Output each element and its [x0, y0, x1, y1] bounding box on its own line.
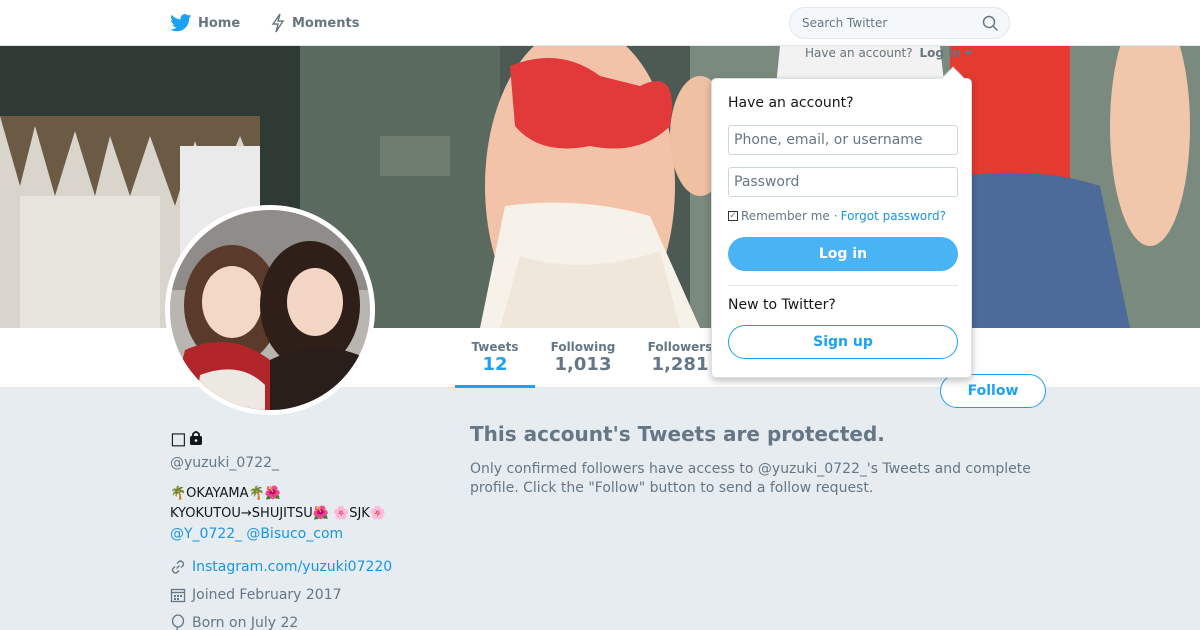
nav-moments[interactable]: Moments [270, 0, 359, 46]
search-placeholder: Search Twitter [802, 16, 888, 30]
follow-button[interactable]: Follow [940, 374, 1046, 408]
bio: 🌴OKAYAMA🌴🌺 KYOKUTOU→SHUJITSU🌺 🌸SJK🌸 @Y_0… [170, 484, 440, 545]
signup-button[interactable]: Sign up [728, 325, 958, 359]
caret-down-icon [963, 51, 973, 56]
bio-mention-1[interactable]: @Y_0722_ [170, 526, 242, 542]
stat-following-label: Following [550, 340, 616, 354]
login-button[interactable]: Log in [728, 237, 958, 271]
remember-separator: · [833, 209, 838, 223]
top-navigation: Home Moments Search Twitter [0, 0, 1200, 46]
display-name-text: ◻ [170, 426, 187, 450]
handle: @yuzuki_0722_ [170, 455, 280, 471]
login-prompt: Have an account? Log in [805, 46, 973, 60]
stat-tweets-label: Tweets [471, 340, 519, 354]
login-prompt-text: Have an account? [805, 46, 913, 60]
login-link-label: Log in [919, 46, 961, 60]
username-placeholder: Phone, email, or username [734, 132, 923, 148]
stat-followers[interactable]: Followers 1,281 [643, 340, 717, 375]
stat-followers-label: Followers [647, 340, 713, 354]
bio-line-1: 🌴OKAYAMA🌴🌺 [170, 486, 281, 501]
lock-icon [189, 431, 202, 445]
display-name: ◻ [170, 425, 440, 451]
stat-tweets[interactable]: Tweets 12 [455, 328, 535, 388]
stat-tweets-value: 12 [482, 354, 508, 375]
avatar[interactable] [165, 205, 375, 415]
joined-text: Joined February 2017 [192, 587, 342, 603]
balloon-icon [171, 614, 185, 630]
login-link[interactable]: Log in [919, 46, 973, 60]
dropdown-divider [728, 285, 958, 286]
born-row: Born on July 22 [170, 609, 440, 630]
protected-notice: This account's Tweets are protected. Onl… [470, 422, 1045, 498]
password-placeholder: Password [734, 174, 800, 190]
nav-home[interactable]: Home [170, 0, 240, 46]
bio-mention-2[interactable]: @Bisuco_com [246, 526, 343, 542]
login-dropdown: Have an account? Phone, email, or userna… [711, 78, 972, 378]
search-input[interactable]: Search Twitter [789, 7, 1010, 39]
website-row: Instagram.com/yuzuki07220 [170, 553, 440, 581]
protected-body: Only confirmed followers have access to … [470, 461, 1031, 496]
profile-sidebar: ◻ @yuzuki_0722_ 🌴OKAYAMA🌴🌺 KYOKUTOU→SHUJ… [170, 425, 440, 630]
remember-row: ✓ Remember me · Forgot password? [728, 209, 946, 223]
dropdown-title: Have an account? [728, 95, 854, 111]
username-field[interactable]: Phone, email, or username [728, 125, 958, 155]
search-icon[interactable] [982, 15, 999, 32]
twitter-bird-icon [170, 14, 192, 32]
new-to-twitter-label: New to Twitter? [728, 297, 836, 313]
forgot-password-link[interactable]: Forgot password? [841, 209, 946, 223]
protected-title: This account's Tweets are protected. [470, 422, 885, 446]
nav-moments-label: Moments [292, 15, 360, 31]
moments-bolt-icon [271, 13, 285, 33]
website-link[interactable]: Instagram.com/yuzuki07220 [192, 559, 392, 575]
born-text: Born on July 22 [192, 615, 299, 630]
bio-line-2: KYOKUTOU→SHUJITSU🌺 🌸SJK🌸 [170, 506, 387, 521]
link-icon [171, 560, 185, 574]
joined-row: Joined February 2017 [170, 581, 440, 609]
stat-following-value: 1,013 [554, 354, 612, 375]
stat-following[interactable]: Following 1,013 [545, 340, 621, 375]
remember-checkbox[interactable]: ✓ [728, 211, 738, 221]
remember-label[interactable]: Remember me [741, 209, 830, 223]
calendar-icon [170, 588, 186, 603]
stat-followers-value: 1,281 [651, 354, 709, 375]
password-field[interactable]: Password [728, 167, 958, 197]
nav-home-label: Home [198, 15, 241, 31]
avatar-photo [170, 210, 370, 410]
